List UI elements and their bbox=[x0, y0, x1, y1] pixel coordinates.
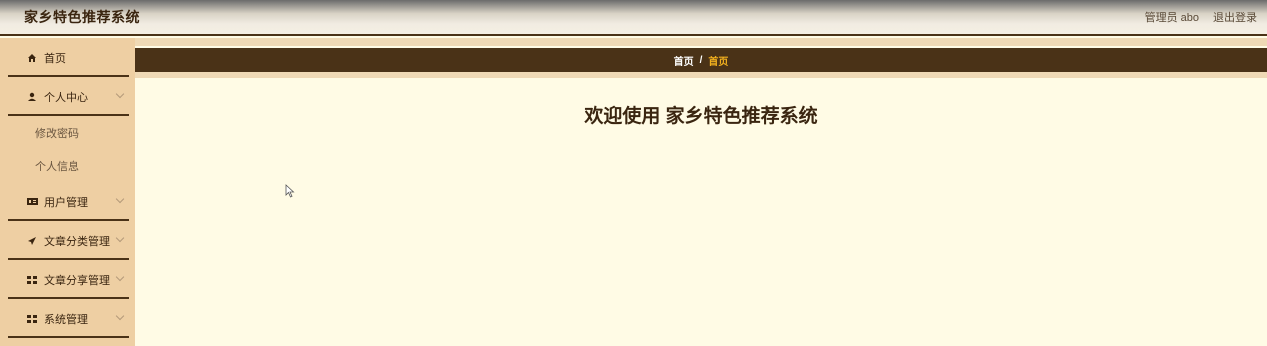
sidebar-subitem-personal-info[interactable]: 个人信息 bbox=[0, 149, 135, 182]
sidebar-item-label: 首页 bbox=[44, 52, 66, 65]
sidebar-item-label: 用户管理 bbox=[44, 196, 88, 209]
sidebar-item-user-management[interactable]: 用户管理 bbox=[0, 182, 135, 221]
users-icon bbox=[26, 197, 38, 206]
sidebar-item-article-share-management[interactable]: 文章分享管理 bbox=[0, 260, 135, 299]
sidebar-item-label: 文章分类管理 bbox=[44, 235, 110, 248]
sidebar-item-label: 个人中心 bbox=[44, 91, 88, 104]
chevron-down-icon bbox=[115, 272, 125, 282]
top-stripe bbox=[135, 38, 1267, 46]
current-user-label: 管理员 abo bbox=[1144, 12, 1199, 24]
breadcrumb-current: 首页 bbox=[708, 56, 729, 68]
sidebar-item-system-management[interactable]: 系统管理 bbox=[0, 299, 135, 338]
chevron-down-icon bbox=[115, 89, 125, 99]
welcome-heading: 欢迎使用 家乡特色推荐系统 bbox=[584, 106, 818, 127]
header-user-area: 管理员 abo 退出登录 bbox=[1145, 9, 1257, 25]
sidebar-item-label: 系统管理 bbox=[44, 313, 88, 326]
breadcrumb: 首页 / 首页 bbox=[135, 48, 1267, 72]
sidebar-item-article-category-management[interactable]: 文章分类管理 bbox=[0, 221, 135, 260]
sidebar-item-home[interactable]: 首页 bbox=[0, 38, 135, 77]
sidebar-item-personal-center[interactable]: 个人中心 bbox=[0, 77, 135, 116]
logout-link[interactable]: 退出登录 bbox=[1213, 9, 1257, 25]
breadcrumb-home-link[interactable]: 首页 bbox=[674, 53, 694, 68]
breadcrumb-separator: / bbox=[699, 54, 703, 66]
sidebar-subitem-change-password[interactable]: 修改密码 bbox=[0, 116, 135, 149]
bottom-stripe bbox=[135, 72, 1267, 78]
top-header: 家乡特色推荐系统 管理员 abo 退出登录 bbox=[0, 0, 1267, 36]
user-icon bbox=[26, 92, 38, 102]
grid-icon bbox=[26, 314, 38, 323]
sidebar: 首页 个人中心 修改密码 个人信息 用户管理 文章分类管理 文章分享管理 系统管… bbox=[0, 38, 135, 346]
main-content: 首页 / 首页 欢迎使用 家乡特色推荐系统 bbox=[135, 38, 1267, 346]
grid-icon bbox=[26, 275, 38, 284]
chevron-down-icon bbox=[115, 233, 125, 243]
chevron-down-icon bbox=[115, 311, 125, 321]
home-icon bbox=[26, 53, 38, 63]
chevron-down-icon bbox=[115, 194, 125, 204]
app-title: 家乡特色推荐系统 bbox=[24, 9, 140, 25]
send-icon bbox=[26, 236, 38, 246]
sidebar-item-label: 文章分享管理 bbox=[44, 274, 110, 287]
